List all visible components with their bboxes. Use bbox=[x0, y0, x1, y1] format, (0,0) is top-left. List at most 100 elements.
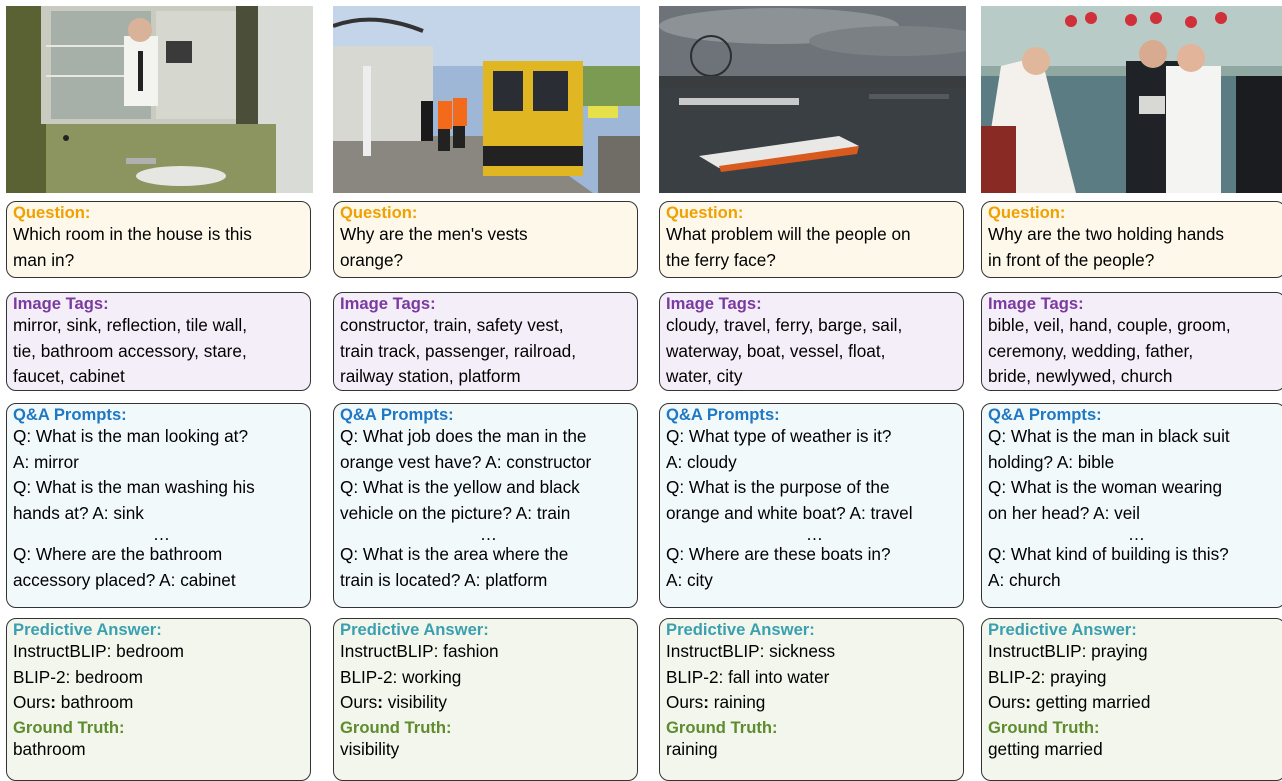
ours-answer: Ours: bathroom bbox=[13, 690, 310, 716]
qa-prompts-label: Q&A Prompts: bbox=[340, 405, 454, 424]
wedding-ceremony-photo bbox=[981, 6, 1282, 193]
ground-truth-label: Ground Truth: bbox=[13, 717, 125, 737]
question-line: Which room in the house is this bbox=[13, 224, 252, 244]
question-line: in front of the people? bbox=[988, 249, 1155, 270]
blip2-answer: BLIP-2: praying bbox=[988, 666, 1107, 687]
prompt-ellipsis: … bbox=[805, 524, 824, 544]
ground-truth-value: getting married bbox=[988, 738, 1103, 759]
qa-prompts-label: Q&A Prompts: bbox=[666, 405, 780, 424]
question-box: Question: What problem will the people o… bbox=[659, 201, 964, 278]
ground-truth-label: Ground Truth: bbox=[988, 717, 1100, 737]
prompt-line: Q: What is the purpose of the bbox=[666, 477, 890, 497]
tags-line: ceremony, wedding, father, bbox=[988, 340, 1194, 361]
question-label: Question: bbox=[666, 203, 744, 222]
prompt-line: A: cloudy bbox=[666, 451, 737, 472]
predictive-answer-label: Predictive Answer: bbox=[13, 620, 162, 639]
question-label: Question: bbox=[988, 203, 1066, 222]
tags-line: waterway, boat, vessel, float, bbox=[666, 340, 886, 361]
ground-truth-label: Ground Truth: bbox=[666, 717, 778, 737]
blip2-answer: BLIP-2: bedroom bbox=[13, 666, 143, 687]
prompt-line: vehicle on the picture? A: train bbox=[340, 502, 571, 523]
image-tags-label: Image Tags: bbox=[666, 294, 762, 313]
ours-label: Ours bbox=[340, 692, 378, 712]
instructblip-answer: InstructBLIP: fashion bbox=[340, 641, 499, 661]
prompt-line: Q: What is the area where the bbox=[340, 544, 569, 564]
blip2-answer: BLIP-2: fall into water bbox=[666, 666, 830, 687]
prompt-line: holding? A: bible bbox=[988, 451, 1115, 472]
question-label: Question: bbox=[13, 203, 91, 222]
ours-answer: Ours: raining bbox=[666, 690, 963, 716]
instructblip-answer: InstructBLIP: bedroom bbox=[13, 641, 185, 661]
image-tags-box: Image Tags: constructor, train, safety v… bbox=[333, 292, 638, 391]
image-tags-box: Image Tags: cloudy, travel, ferry, barge… bbox=[659, 292, 964, 391]
predictive-answer-label: Predictive Answer: bbox=[666, 620, 815, 639]
tags-line: mirror, sink, reflection, tile wall, bbox=[13, 315, 248, 335]
ours-value: visibility bbox=[382, 692, 447, 712]
prompt-line: Q: Where are the bathroom bbox=[13, 544, 223, 564]
tags-line: railway station, platform bbox=[340, 366, 521, 386]
ours-answer: Ours: getting married bbox=[988, 690, 1282, 716]
prompt-line: Q: What kind of building is this? bbox=[988, 544, 1229, 564]
prompt-line: Q: What type of weather is it? bbox=[666, 426, 892, 446]
ours-value: bathroom bbox=[55, 692, 134, 712]
blip2-answer: BLIP-2: working bbox=[340, 666, 462, 687]
qa-prompts-box: Q&A Prompts: Q: What is the man looking … bbox=[6, 403, 311, 608]
ours-label: Ours bbox=[988, 692, 1026, 712]
prompt-ellipsis: … bbox=[152, 524, 171, 544]
qa-prompts-box: Q&A Prompts: Q: What job does the man in… bbox=[333, 403, 638, 608]
qa-prompts-box: Q&A Prompts: Q: What is the man in black… bbox=[981, 403, 1282, 608]
prompt-line: orange vest have? A: constructor bbox=[340, 451, 592, 472]
example-column: Question: Which room in the house is thi… bbox=[6, 6, 313, 781]
prompt-ellipsis: … bbox=[1127, 524, 1146, 544]
image-tags-label: Image Tags: bbox=[988, 294, 1084, 313]
prompt-line: Q: What is the man washing his bbox=[13, 477, 255, 497]
question-box: Question: Why are the men's vests orange… bbox=[333, 201, 638, 278]
answers-box: Predictive Answer: InstructBLIP: bedroom… bbox=[6, 618, 311, 781]
prompt-line: Q: What is the man looking at? bbox=[13, 426, 249, 446]
prompt-line: accessory placed? A: cabinet bbox=[13, 569, 236, 590]
question-line: man in? bbox=[13, 249, 75, 270]
ground-truth-value: raining bbox=[666, 738, 718, 759]
ground-truth-value: bathroom bbox=[13, 738, 86, 759]
image-tags-box: Image Tags: bible, veil, hand, couple, g… bbox=[981, 292, 1282, 391]
instructblip-answer: InstructBLIP: praying bbox=[988, 641, 1148, 661]
prompt-line: hands at? A: sink bbox=[13, 502, 144, 523]
question-box: Question: Why are the two holding hands … bbox=[981, 201, 1282, 278]
prompt-line: on her head? A: veil bbox=[988, 502, 1140, 523]
predictive-answer-label: Predictive Answer: bbox=[988, 620, 1137, 639]
question-box: Question: Which room in the house is thi… bbox=[6, 201, 311, 278]
prompt-line: A: mirror bbox=[13, 451, 79, 472]
prompt-line: train is located? A: platform bbox=[340, 569, 548, 590]
tags-line: faucet, cabinet bbox=[13, 366, 125, 386]
bathroom-mirror-photo bbox=[6, 6, 313, 193]
ours-label: Ours bbox=[666, 692, 704, 712]
image-tags-label: Image Tags: bbox=[340, 294, 436, 313]
ours-answer: Ours: visibility bbox=[340, 690, 637, 716]
qa-prompts-label: Q&A Prompts: bbox=[988, 405, 1102, 424]
ours-label: Ours bbox=[13, 692, 51, 712]
prompt-ellipsis: … bbox=[479, 524, 498, 544]
prompt-line: Q: What is the man in black suit bbox=[988, 426, 1230, 446]
answers-box: Predictive Answer: InstructBLIP: praying… bbox=[981, 618, 1282, 781]
instructblip-answer: InstructBLIP: sickness bbox=[666, 641, 836, 661]
prompt-line: Q: Where are these boats in? bbox=[666, 544, 891, 564]
tags-line: cloudy, travel, ferry, barge, sail, bbox=[666, 315, 903, 335]
question-label: Question: bbox=[340, 203, 418, 222]
question-line: the ferry face? bbox=[666, 249, 776, 270]
qa-prompts-box: Q&A Prompts: Q: What type of weather is … bbox=[659, 403, 964, 608]
question-line: What problem will the people on bbox=[666, 224, 911, 244]
ours-value: raining bbox=[708, 692, 766, 712]
tags-line: bible, veil, hand, couple, groom, bbox=[988, 315, 1231, 335]
train-platform-photo bbox=[333, 6, 640, 193]
answers-box: Predictive Answer: InstructBLIP: fashion… bbox=[333, 618, 638, 781]
river-ferry-photo bbox=[659, 6, 966, 193]
prompt-line: Q: What is the yellow and black bbox=[340, 477, 580, 497]
example-column: Question: Why are the two holding hands … bbox=[981, 6, 1282, 781]
image-tags-label: Image Tags: bbox=[13, 294, 109, 313]
example-column: Question: What problem will the people o… bbox=[659, 6, 966, 781]
example-column: Question: Why are the men's vests orange… bbox=[333, 6, 640, 781]
ground-truth-label: Ground Truth: bbox=[340, 717, 452, 737]
ours-value: getting married bbox=[1030, 692, 1151, 712]
prompt-line: Q: What is the woman wearing bbox=[988, 477, 1223, 497]
tags-line: constructor, train, safety vest, bbox=[340, 315, 564, 335]
